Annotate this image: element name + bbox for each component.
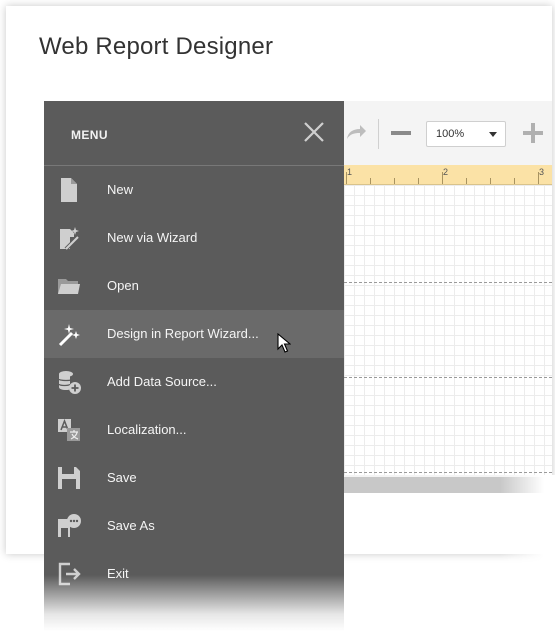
ruler-mark [346,172,347,184]
toolbar-separator [378,119,379,149]
band-divider [344,377,552,378]
zoom-out-icon[interactable] [390,121,412,145]
ruler-mark [514,178,515,184]
menu-item-save-as[interactable]: Save As [44,502,344,550]
band-divider [344,472,552,473]
folder-icon [58,279,80,294]
ruler-mark [394,178,395,184]
ruler-tick: 3 [539,167,545,177]
menu-item-add-data-source[interactable]: Add Data Source... [44,358,344,406]
page-title: Web Report Designer [39,33,274,60]
menu-item-label: Exit [107,566,129,581]
report-canvas[interactable] [344,185,552,475]
menu-item-label: Design in Report Wizard... [107,326,259,341]
zoom-in-icon[interactable] [522,121,544,145]
ruler-tick: 2 [443,167,449,177]
ruler-tick: 1 [347,167,353,177]
new-document-icon [61,178,77,202]
ruler-mark [442,172,443,184]
menu-item-label: Localization... [107,422,187,437]
menu-item-label: New via Wizard [107,230,198,245]
horizontal-scrollbar[interactable] [344,477,552,493]
zoom-select[interactable]: 100% [426,121,506,147]
zoom-value: 100% [436,128,465,140]
save-as-icon [58,514,81,537]
horizontal-ruler: 1 2 3 [344,165,552,185]
exit-icon [58,562,81,586]
menu-item-save[interactable]: Save [44,454,344,502]
ruler-mark [418,178,419,184]
band-divider [344,282,552,283]
menu-item-label: Save As [107,518,155,533]
save-icon [58,467,80,489]
side-menu: MENU New New via Wizard Open Design in R… [44,101,344,631]
toolbar: 100% [344,101,552,165]
ruler-mark [490,178,491,184]
menu-title: MENU [71,128,108,142]
menu-item-open[interactable]: Open [44,262,344,310]
close-icon[interactable] [303,121,325,143]
designer-surface: 100% 1 2 3 [344,101,552,493]
add-database-icon [58,371,81,394]
ruler-mark [466,178,467,184]
menu-item-localization[interactable]: Localization... [44,406,344,454]
menu-item-design-in-report-wizard[interactable]: Design in Report Wizard... [44,310,344,358]
redo-icon[interactable] [344,121,368,145]
menu-item-label: New [107,182,134,197]
localization-icon [58,418,80,441]
wizard-wand-icon [60,227,80,251]
ruler-mark [538,172,539,184]
menu-item-new[interactable]: New [44,166,344,214]
menu-item-label: Save [107,470,137,485]
ruler-mark [370,178,371,184]
menu-item-exit[interactable]: Exit [44,550,344,598]
menu-item-label: Open [107,278,139,293]
magic-wand-icon [58,324,80,347]
menu-item-label: Add Data Source... [107,374,217,389]
chevron-down-icon [489,132,497,137]
menu-item-new-via-wizard[interactable]: New via Wizard [44,214,344,262]
mouse-cursor-icon [277,333,291,353]
menu-header: MENU [44,101,344,166]
